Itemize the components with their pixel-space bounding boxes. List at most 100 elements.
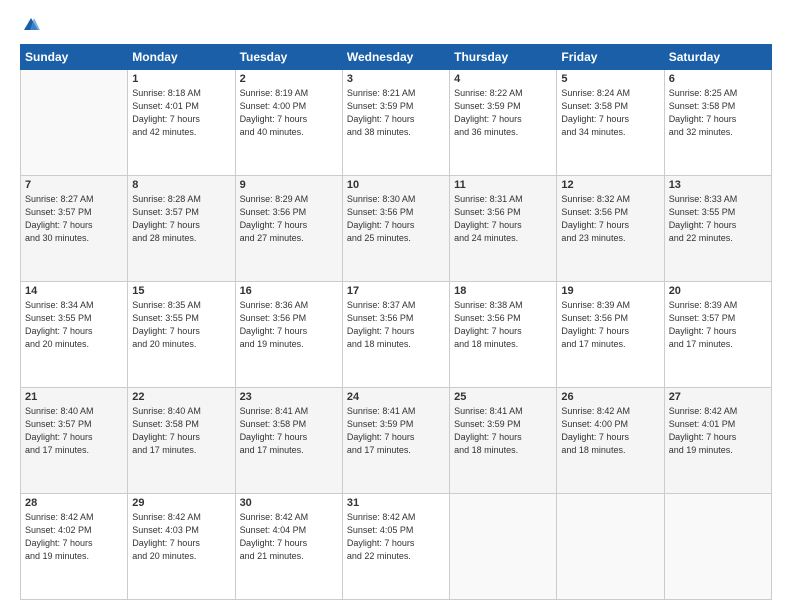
- calendar-cell: 22 Sunrise: 8:40 AMSunset: 3:58 PMDayligh…: [128, 388, 235, 494]
- calendar-week-row: 28 Sunrise: 8:42 AMSunset: 4:02 PMDayligh…: [21, 494, 772, 600]
- day-info: Sunrise: 8:41 AMSunset: 3:59 PMDaylight:…: [454, 405, 552, 457]
- day-info: Sunrise: 8:41 AMSunset: 3:59 PMDaylight:…: [347, 405, 445, 457]
- day-number: 24: [347, 391, 445, 403]
- day-number: 4: [454, 73, 552, 85]
- day-info: Sunrise: 8:34 AMSunset: 3:55 PMDaylight:…: [25, 299, 123, 351]
- calendar-header-thursday: Thursday: [450, 45, 557, 70]
- day-number: 29: [132, 497, 230, 509]
- day-number: 20: [669, 285, 767, 297]
- calendar: SundayMondayTuesdayWednesdayThursdayFrid…: [20, 44, 772, 600]
- day-info: Sunrise: 8:42 AMSunset: 4:02 PMDaylight:…: [25, 511, 123, 563]
- calendar-header-monday: Monday: [128, 45, 235, 70]
- calendar-cell: 13Sunrise: 8:33 AMSunset: 3:55 PMDayligh…: [664, 176, 771, 282]
- calendar-cell: [557, 494, 664, 600]
- day-info: Sunrise: 8:24 AMSunset: 3:58 PMDaylight:…: [561, 87, 659, 139]
- day-info: Sunrise: 8:40 AMSunset: 3:58 PMDaylight:…: [132, 405, 230, 457]
- day-number: 19: [561, 285, 659, 297]
- page: SundayMondayTuesdayWednesdayThursdayFrid…: [0, 0, 792, 612]
- day-info: Sunrise: 8:19 AMSunset: 4:00 PMDaylight:…: [240, 87, 338, 139]
- day-info: Sunrise: 8:18 AMSunset: 4:01 PMDaylight:…: [132, 87, 230, 139]
- calendar-cell: 18 Sunrise: 8:38 AMSunset: 3:56 PMDayligh…: [450, 282, 557, 388]
- calendar-cell: 12Sunrise: 8:32 AMSunset: 3:56 PMDayligh…: [557, 176, 664, 282]
- calendar-cell: 10Sunrise: 8:30 AMSunset: 3:56 PMDayligh…: [342, 176, 449, 282]
- day-number: 23: [240, 391, 338, 403]
- calendar-cell: 4 Sunrise: 8:22 AMSunset: 3:59 PMDaylight…: [450, 70, 557, 176]
- calendar-header-row: SundayMondayTuesdayWednesdayThursdayFrid…: [21, 45, 772, 70]
- calendar-cell: 26Sunrise: 8:42 AMSunset: 4:00 PMDayligh…: [557, 388, 664, 494]
- calendar-cell: 2 Sunrise: 8:19 AMSunset: 4:00 PMDaylight…: [235, 70, 342, 176]
- day-number: 12: [561, 179, 659, 191]
- day-info: Sunrise: 8:25 AMSunset: 3:58 PMDaylight:…: [669, 87, 767, 139]
- logo: [20, 16, 40, 34]
- day-info: Sunrise: 8:36 AMSunset: 3:56 PMDaylight:…: [240, 299, 338, 351]
- calendar-cell: [450, 494, 557, 600]
- day-info: Sunrise: 8:37 AMSunset: 3:56 PMDaylight:…: [347, 299, 445, 351]
- day-info: Sunrise: 8:41 AMSunset: 3:58 PMDaylight:…: [240, 405, 338, 457]
- day-info: Sunrise: 8:39 AMSunset: 3:56 PMDaylight:…: [561, 299, 659, 351]
- calendar-cell: 25 Sunrise: 8:41 AMSunset: 3:59 PMDayligh…: [450, 388, 557, 494]
- day-info: Sunrise: 8:38 AMSunset: 3:56 PMDaylight:…: [454, 299, 552, 351]
- calendar-header-wednesday: Wednesday: [342, 45, 449, 70]
- day-number: 1: [132, 73, 230, 85]
- day-number: 15: [132, 285, 230, 297]
- calendar-week-row: 1 Sunrise: 8:18 AMSunset: 4:01 PMDaylight…: [21, 70, 772, 176]
- calendar-cell: 6 Sunrise: 8:25 AMSunset: 3:58 PMDaylight…: [664, 70, 771, 176]
- calendar-cell: 30 Sunrise: 8:42 AMSunset: 4:04 PMDayligh…: [235, 494, 342, 600]
- calendar-header-saturday: Saturday: [664, 45, 771, 70]
- calendar-cell: 21 Sunrise: 8:40 AMSunset: 3:57 PMDayligh…: [21, 388, 128, 494]
- day-number: 6: [669, 73, 767, 85]
- logo-icon: [22, 16, 40, 34]
- header: [20, 16, 772, 34]
- day-number: 25: [454, 391, 552, 403]
- calendar-cell: 29 Sunrise: 8:42 AMSunset: 4:03 PMDayligh…: [128, 494, 235, 600]
- day-info: Sunrise: 8:30 AMSunset: 3:56 PMDaylight:…: [347, 193, 445, 245]
- day-info: Sunrise: 8:42 AMSunset: 4:03 PMDaylight:…: [132, 511, 230, 563]
- calendar-cell: 14 Sunrise: 8:34 AMSunset: 3:55 PMDayligh…: [21, 282, 128, 388]
- calendar-week-row: 21 Sunrise: 8:40 AMSunset: 3:57 PMDayligh…: [21, 388, 772, 494]
- day-number: 16: [240, 285, 338, 297]
- day-number: 13: [669, 179, 767, 191]
- day-info: Sunrise: 8:42 AMSunset: 4:05 PMDaylight:…: [347, 511, 445, 563]
- calendar-cell: 5 Sunrise: 8:24 AMSunset: 3:58 PMDaylight…: [557, 70, 664, 176]
- calendar-cell: 8Sunrise: 8:28 AMSunset: 3:57 PMDaylight…: [128, 176, 235, 282]
- day-number: 5: [561, 73, 659, 85]
- day-number: 18: [454, 285, 552, 297]
- calendar-cell: 27Sunrise: 8:42 AMSunset: 4:01 PMDayligh…: [664, 388, 771, 494]
- day-info: Sunrise: 8:31 AMSunset: 3:56 PMDaylight:…: [454, 193, 552, 245]
- calendar-week-row: 14 Sunrise: 8:34 AMSunset: 3:55 PMDayligh…: [21, 282, 772, 388]
- calendar-cell: 7 Sunrise: 8:27 AMSunset: 3:57 PMDaylight…: [21, 176, 128, 282]
- day-number: 26: [561, 391, 659, 403]
- day-info: Sunrise: 8:40 AMSunset: 3:57 PMDaylight:…: [25, 405, 123, 457]
- day-info: Sunrise: 8:35 AMSunset: 3:55 PMDaylight:…: [132, 299, 230, 351]
- calendar-cell: 15 Sunrise: 8:35 AMSunset: 3:55 PMDayligh…: [128, 282, 235, 388]
- day-number: 22: [132, 391, 230, 403]
- day-number: 9: [240, 179, 338, 191]
- calendar-cell: 24 Sunrise: 8:41 AMSunset: 3:59 PMDayligh…: [342, 388, 449, 494]
- day-info: Sunrise: 8:22 AMSunset: 3:59 PMDaylight:…: [454, 87, 552, 139]
- calendar-cell: 19 Sunrise: 8:39 AMSunset: 3:56 PMDayligh…: [557, 282, 664, 388]
- day-number: 8: [132, 179, 230, 191]
- day-number: 27: [669, 391, 767, 403]
- calendar-cell: 17 Sunrise: 8:37 AMSunset: 3:56 PMDayligh…: [342, 282, 449, 388]
- day-info: Sunrise: 8:39 AMSunset: 3:57 PMDaylight:…: [669, 299, 767, 351]
- calendar-header-tuesday: Tuesday: [235, 45, 342, 70]
- calendar-cell: 20 Sunrise: 8:39 AMSunset: 3:57 PMDayligh…: [664, 282, 771, 388]
- day-number: 21: [25, 391, 123, 403]
- day-number: 14: [25, 285, 123, 297]
- calendar-cell: 1 Sunrise: 8:18 AMSunset: 4:01 PMDaylight…: [128, 70, 235, 176]
- day-number: 28: [25, 497, 123, 509]
- day-info: Sunrise: 8:42 AMSunset: 4:04 PMDaylight:…: [240, 511, 338, 563]
- day-number: 7: [25, 179, 123, 191]
- calendar-cell: 9Sunrise: 8:29 AMSunset: 3:56 PMDaylight…: [235, 176, 342, 282]
- day-number: 17: [347, 285, 445, 297]
- calendar-cell: 11 Sunrise: 8:31 AMSunset: 3:56 PMDayligh…: [450, 176, 557, 282]
- calendar-cell: [664, 494, 771, 600]
- day-number: 30: [240, 497, 338, 509]
- calendar-cell: 31 Sunrise: 8:42 AMSunset: 4:05 PMDayligh…: [342, 494, 449, 600]
- day-number: 31: [347, 497, 445, 509]
- day-info: Sunrise: 8:27 AMSunset: 3:57 PMDaylight:…: [25, 193, 123, 245]
- calendar-week-row: 7 Sunrise: 8:27 AMSunset: 3:57 PMDaylight…: [21, 176, 772, 282]
- day-number: 2: [240, 73, 338, 85]
- day-number: 11: [454, 179, 552, 191]
- day-number: 3: [347, 73, 445, 85]
